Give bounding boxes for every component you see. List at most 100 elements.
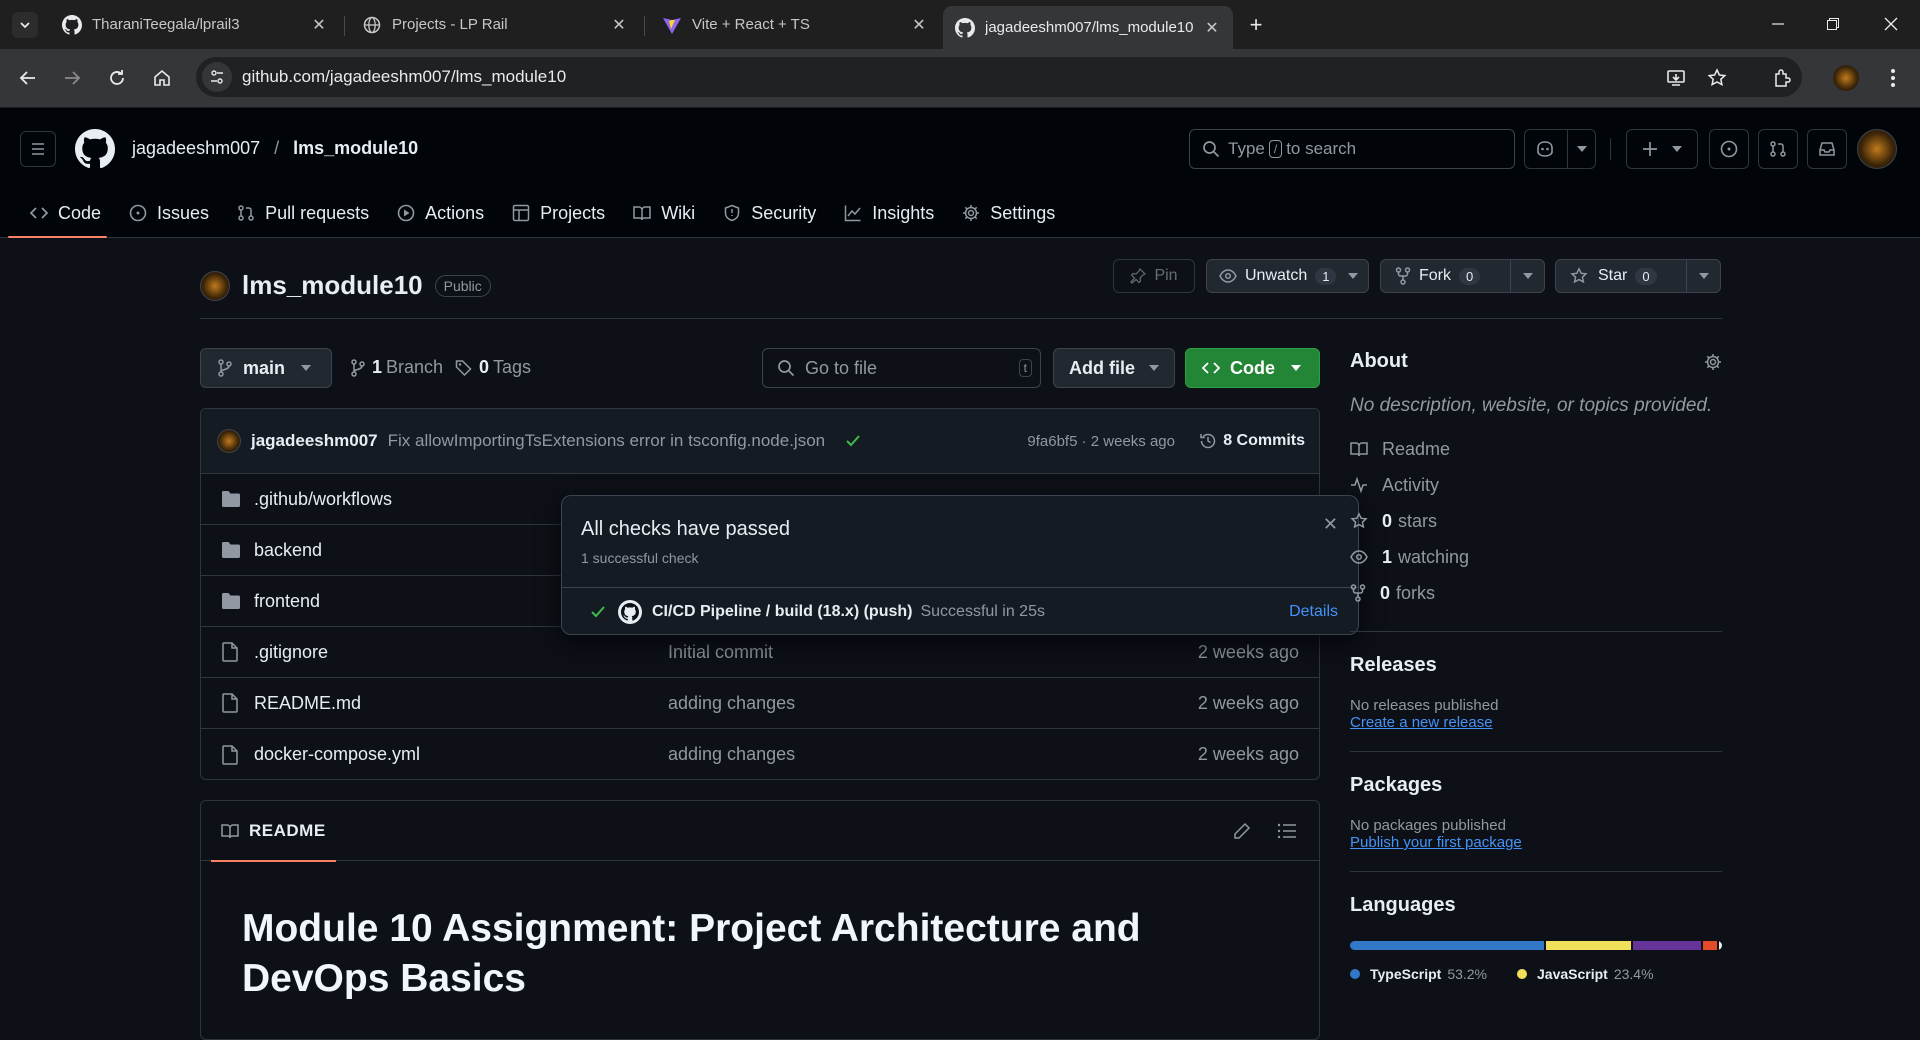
close-icon[interactable]: ✕ bbox=[1323, 514, 1338, 535]
releases-title[interactable]: Releases bbox=[1350, 654, 1722, 677]
language-percent: 53.2% bbox=[1447, 966, 1488, 982]
browser-tab[interactable]: TharaniTeegala/lprail3 ✕ bbox=[50, 6, 340, 43]
check-icon[interactable] bbox=[845, 434, 861, 448]
extensions-icon[interactable] bbox=[1766, 62, 1798, 94]
graph-icon bbox=[844, 205, 861, 222]
owner-link[interactable]: jagadeeshm007 bbox=[132, 138, 260, 159]
github-actions-icon bbox=[618, 599, 642, 624]
readme-tab[interactable]: README bbox=[211, 801, 336, 862]
star-dropdown[interactable] bbox=[1686, 260, 1720, 292]
watching-link[interactable]: 1 watching bbox=[1350, 539, 1722, 575]
forward-button[interactable] bbox=[56, 62, 88, 94]
reload-button[interactable] bbox=[101, 62, 133, 94]
copilot-button[interactable] bbox=[1524, 129, 1596, 169]
browser-tab[interactable]: Vite + React + TS ✕ bbox=[650, 6, 940, 43]
language-legend-item[interactable]: TypeScript 53.2% bbox=[1350, 966, 1487, 982]
file-row[interactable]: docker-compose.yml adding changes 2 weeks … bbox=[201, 729, 1319, 779]
fork-dropdown[interactable] bbox=[1510, 260, 1544, 292]
tab-security[interactable]: Security bbox=[709, 190, 830, 236]
address-bar[interactable]: github.com/jagadeeshm007/lms_module10 bbox=[196, 57, 1802, 97]
browser-tab[interactable]: Projects - LP Rail ✕ bbox=[350, 6, 640, 43]
branches-link[interactable]: 1 Branch bbox=[350, 357, 443, 378]
file-commit-message[interactable]: adding changes bbox=[668, 693, 795, 714]
close-tab-icon[interactable]: ✕ bbox=[910, 16, 928, 34]
pencil-icon[interactable] bbox=[1233, 822, 1251, 840]
owner-avatar[interactable] bbox=[200, 270, 230, 301]
list-outline-icon[interactable] bbox=[1277, 822, 1297, 840]
tab-code[interactable]: Code bbox=[0, 190, 115, 238]
bookmark-star-icon[interactable] bbox=[1701, 62, 1733, 94]
repo-name[interactable]: lms_module10 bbox=[242, 270, 423, 301]
unwatch-button[interactable]: Unwatch 1 bbox=[1206, 259, 1369, 293]
tab-projects[interactable]: Projects bbox=[498, 190, 619, 236]
branch-selector[interactable]: main bbox=[200, 348, 332, 388]
minimize-button[interactable] bbox=[1758, 8, 1798, 40]
browser-menu-icon[interactable] bbox=[1877, 62, 1909, 94]
profile-avatar[interactable] bbox=[1830, 62, 1862, 94]
fork-button[interactable]: Fork 0 bbox=[1380, 259, 1545, 293]
pin-button[interactable]: Pin bbox=[1113, 259, 1195, 293]
file-name[interactable]: README.md bbox=[254, 693, 361, 714]
home-button[interactable] bbox=[146, 62, 178, 94]
file-name[interactable]: frontend bbox=[254, 591, 320, 612]
forks-link[interactable]: 0 forks bbox=[1350, 575, 1722, 611]
activity-link[interactable]: Activity bbox=[1350, 467, 1722, 503]
code-button[interactable]: Code bbox=[1185, 348, 1320, 388]
file-commit-message[interactable]: Initial commit bbox=[668, 642, 773, 663]
file-name[interactable]: .gitignore bbox=[254, 642, 328, 663]
install-app-icon[interactable] bbox=[1660, 62, 1692, 94]
close-window-button[interactable] bbox=[1871, 8, 1911, 40]
star-button[interactable]: Star 0 bbox=[1555, 259, 1721, 293]
close-tab-icon[interactable]: ✕ bbox=[1203, 19, 1221, 37]
browser-tab-active[interactable]: jagadeeshm007/lms_module10 ✕ bbox=[943, 6, 1233, 49]
repo-link[interactable]: lms_module10 bbox=[293, 138, 418, 159]
create-release-link[interactable]: Create a new release bbox=[1350, 714, 1722, 731]
new-tab-button[interactable]: + bbox=[1243, 12, 1269, 38]
global-nav-menu-button[interactable] bbox=[20, 131, 56, 167]
details-link[interactable]: Details bbox=[1289, 603, 1338, 621]
tab-pull-requests[interactable]: Pull requests bbox=[223, 190, 383, 236]
stars-link[interactable]: 0 stars bbox=[1350, 503, 1722, 539]
create-new-button[interactable] bbox=[1626, 129, 1698, 169]
packages-title[interactable]: Packages bbox=[1350, 774, 1722, 797]
close-tab-icon[interactable]: ✕ bbox=[310, 16, 328, 34]
code-icon bbox=[30, 207, 48, 219]
file-row[interactable]: README.md adding changes 2 weeks ago bbox=[201, 678, 1319, 729]
commit-message[interactable]: Fix allowImportingTsExtensions error in … bbox=[388, 431, 825, 451]
commits-link[interactable]: 8 Commits bbox=[1199, 432, 1305, 450]
close-tab-icon[interactable]: ✕ bbox=[610, 16, 628, 34]
commit-author-avatar[interactable] bbox=[217, 429, 241, 453]
tab-settings[interactable]: Settings bbox=[948, 190, 1069, 236]
back-button[interactable] bbox=[12, 62, 44, 94]
file-commit-message[interactable]: adding changes bbox=[668, 744, 795, 765]
add-file-label: Add file bbox=[1069, 357, 1135, 378]
close-icon bbox=[1884, 17, 1898, 31]
site-info-icon[interactable] bbox=[202, 62, 232, 92]
gear-icon[interactable] bbox=[1704, 353, 1722, 371]
issues-button[interactable] bbox=[1709, 129, 1749, 169]
tab-insights[interactable]: Insights bbox=[830, 190, 948, 236]
copilot-dropdown[interactable] bbox=[1567, 130, 1595, 168]
user-avatar[interactable] bbox=[1857, 129, 1897, 169]
inbox-button[interactable] bbox=[1807, 129, 1847, 169]
readme-link[interactable]: Readme bbox=[1350, 431, 1722, 467]
pull-requests-button[interactable] bbox=[1758, 129, 1798, 169]
language-legend-item[interactable]: JavaScript 23.4% bbox=[1517, 966, 1654, 982]
pin-icon bbox=[1130, 268, 1147, 284]
commit-hash-time[interactable]: 9fa6bf5 · 2 weeks ago bbox=[1027, 433, 1175, 450]
go-to-file-input[interactable]: Go to file t bbox=[762, 348, 1041, 388]
tab-issues[interactable]: Issues bbox=[115, 190, 223, 236]
github-logo-icon[interactable] bbox=[75, 129, 115, 169]
commit-author[interactable]: jagadeeshm007 bbox=[251, 431, 378, 451]
file-name[interactable]: backend bbox=[254, 540, 322, 561]
file-name[interactable]: docker-compose.yml bbox=[254, 744, 420, 765]
tab-search-button[interactable] bbox=[12, 12, 38, 38]
tags-link[interactable]: 0 Tags bbox=[455, 357, 531, 378]
restore-button[interactable] bbox=[1813, 8, 1853, 40]
publish-package-link[interactable]: Publish your first package bbox=[1350, 834, 1722, 851]
search-input[interactable]: Type / to search bbox=[1189, 129, 1515, 169]
tab-actions[interactable]: Actions bbox=[383, 190, 498, 236]
add-file-button[interactable]: Add file bbox=[1053, 348, 1175, 388]
file-name[interactable]: .github/workflows bbox=[254, 489, 392, 510]
tab-wiki[interactable]: Wiki bbox=[619, 190, 709, 236]
